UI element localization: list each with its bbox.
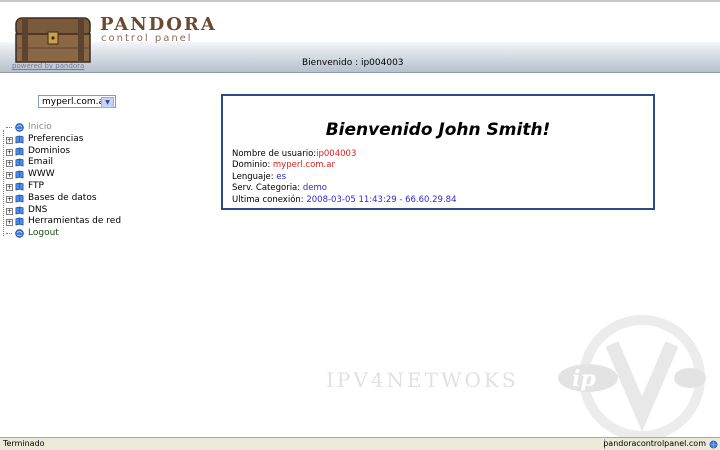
sidebar-item-herramientas-de-red[interactable]: + Herramientas de red xyxy=(6,216,121,228)
internet-zone-icon xyxy=(709,440,718,449)
info-value-category: demo xyxy=(302,183,327,194)
sidebar-item-email[interactable]: + Email xyxy=(6,157,121,169)
header: PANDORA control panel powered by pandora… xyxy=(0,0,720,73)
welcome-title: Bienvenido John Smith! xyxy=(325,120,551,140)
sidebar-nav-tree: Inicio + Preferencias + Dominios + Email… xyxy=(6,122,121,240)
sidebar-item-label: Dominios xyxy=(28,145,71,156)
expand-plus-icon[interactable]: + xyxy=(6,219,13,227)
sidebar-item-label: Logout xyxy=(28,228,59,239)
sidebar-item-ftp[interactable]: + FTP xyxy=(6,181,121,193)
sidebar-item-dns[interactable]: + DNS xyxy=(6,205,121,217)
header-top-border xyxy=(0,0,720,2)
domain-select[interactable]: myperl.com.ar ▼ xyxy=(38,95,116,108)
book-icon xyxy=(15,194,24,203)
sidebar-item-label: Email xyxy=(28,157,53,168)
sidebar-item-label: Bases de datos xyxy=(28,192,97,203)
sidebar-item-label: FTP xyxy=(28,180,44,191)
expand-plus-icon[interactable]: + xyxy=(6,195,13,203)
sidebar-item-dominios[interactable]: + Dominios xyxy=(6,146,121,158)
sidebar-item-preferencias[interactable]: + Preferencias xyxy=(6,134,121,146)
account-info: Nombre de usuario:ip004003 Dominio: mype… xyxy=(232,149,456,206)
domain-select-value: myperl.com.ar xyxy=(42,97,108,107)
info-row-category: Serv. Categoria: demo xyxy=(232,183,456,194)
info-label: Serv. Categoria: xyxy=(232,183,303,194)
watermark-logo-text: ip xyxy=(572,366,596,392)
sidebar-item-label: DNS xyxy=(28,204,48,215)
book-icon xyxy=(15,147,24,156)
expand-plus-icon[interactable]: + xyxy=(6,148,13,156)
tree-branch xyxy=(6,233,12,235)
sidebar-item-label: Herramientas de red xyxy=(28,216,122,227)
sidebar-item-label: WWW xyxy=(28,169,55,180)
logo-title: PANDORA xyxy=(100,14,217,35)
status-url: pandoracontrolpanel.com xyxy=(603,439,706,448)
info-row-last-connection: Ultima conexión: 2008-03-05 11:43:29 - 6… xyxy=(232,195,456,206)
sidebar-item-inicio[interactable]: Inicio xyxy=(6,122,121,134)
info-row-domain: Dominio: myperl.com.ar xyxy=(232,160,456,171)
sidebar-item-label: Inicio xyxy=(28,122,52,132)
info-value-domain: myperl.com.ar xyxy=(272,160,335,171)
book-icon xyxy=(15,182,24,191)
status-text: Terminado xyxy=(3,439,45,448)
sidebar-item-label: Preferencias xyxy=(28,133,84,144)
info-value-username: ip004003 xyxy=(316,149,357,159)
welcome-panel: Bienvenido John Smith! Nombre de usuario… xyxy=(221,94,655,210)
treasure-chest-logo-icon xyxy=(15,17,91,63)
info-value-last-connection: 2008-03-05 11:43:29 - 66.60.29.84 xyxy=(306,194,457,205)
logo-subtitle: control panel xyxy=(101,33,193,44)
expand-plus-icon[interactable]: + xyxy=(6,172,13,180)
powered-by-link[interactable]: powered by pandora xyxy=(12,62,84,70)
info-value-language: es xyxy=(276,171,287,182)
expand-plus-icon[interactable]: + xyxy=(6,183,13,191)
expand-plus-icon[interactable]: + xyxy=(6,136,13,144)
globe-icon xyxy=(15,229,24,238)
book-icon xyxy=(15,158,24,167)
chevron-down-icon[interactable]: ▼ xyxy=(101,97,114,108)
sidebar-item-www[interactable]: + WWW xyxy=(6,169,121,181)
status-bar: Terminado pandoracontrolpanel.com xyxy=(0,437,720,450)
expand-plus-icon[interactable]: + xyxy=(6,207,13,215)
ipv4-watermark-logo-icon: ip xyxy=(558,315,706,441)
sidebar-item-logout[interactable]: Logout xyxy=(6,228,121,240)
expand-plus-icon[interactable]: + xyxy=(6,160,13,168)
info-label: Lenguaje: xyxy=(232,171,277,182)
tree-branch xyxy=(6,127,12,128)
header-welcome-text: Bienvenido : ip004003 xyxy=(302,58,404,68)
sidebar-item-bases-de-datos[interactable]: + Bases de datos xyxy=(6,193,121,205)
info-label: Nombre de usuario: xyxy=(232,149,317,159)
globe-icon xyxy=(15,123,24,132)
book-icon xyxy=(15,170,24,179)
book-icon xyxy=(15,217,24,226)
tree-connector-line xyxy=(3,130,4,236)
book-icon xyxy=(15,135,24,144)
watermark-text: IPV4NETWOKS xyxy=(326,368,519,392)
book-icon xyxy=(15,206,24,215)
info-row-language: Lenguaje: es xyxy=(232,172,456,183)
info-row-username: Nombre de usuario:ip004003 xyxy=(232,149,456,160)
info-label: Dominio: xyxy=(232,160,273,171)
info-label: Ultima conexión: xyxy=(232,194,307,205)
